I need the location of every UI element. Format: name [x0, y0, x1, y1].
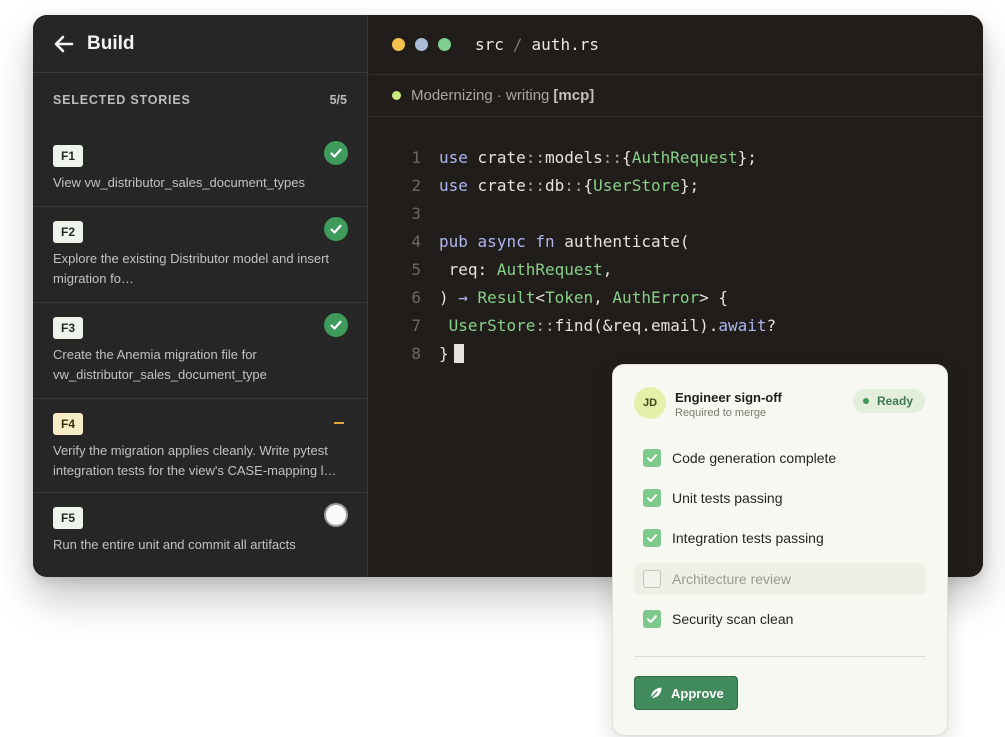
code-area[interactable]: 1 use crate::models::{AuthRequest}; 2 us…: [369, 144, 983, 368]
status-badge: Ready: [852, 389, 925, 413]
story-description: View vw_distributor_sales_document_types: [53, 175, 305, 190]
signoff-card: JD Engineer sign-off Required to merge R…: [612, 364, 948, 736]
story-description: Explore the existing Distributor model a…: [53, 251, 330, 286]
story-item-f2[interactable]: F2 Explore the existing Distributor mode…: [33, 207, 368, 303]
code-line: 4 pub async fn authenticate(: [369, 228, 983, 256]
in-progress-dash-icon: [334, 422, 344, 424]
text-cursor: [453, 343, 464, 363]
signoff-subtitle: Required to merge: [675, 407, 767, 419]
stories-section-header: SELECTED STORIES 5/5: [33, 73, 367, 116]
checklist-item-integration-tests[interactable]: Integration tests passing: [634, 522, 926, 554]
code-text: pub async fn authenticate(: [439, 232, 690, 251]
status-text: Modernizing · writing [mcp]: [411, 87, 594, 104]
window-dot-green[interactable]: [438, 38, 451, 51]
story-description: Verify the migration applies cleanly. Wr…: [53, 443, 337, 478]
story-item-f4[interactable]: F4 Verify the migration applies cleanly.…: [33, 399, 368, 493]
card-divider: [634, 656, 926, 657]
avatar: JD: [634, 387, 666, 419]
checkbox-checked-icon[interactable]: [643, 529, 661, 547]
line-number: 3: [411, 204, 421, 223]
code-text: use crate::models::{AuthRequest};: [439, 148, 757, 167]
checklist-item-security-scan[interactable]: Security scan clean: [634, 603, 926, 635]
line-number: 4: [411, 232, 421, 251]
status-message: Modernizing · writing: [411, 87, 550, 104]
sidebar: Build SELECTED STORIES 5/5 F1 View vw_di…: [33, 15, 368, 577]
checkbox-checked-icon[interactable]: [643, 610, 661, 628]
story-item-f5[interactable]: F5 Run the entire unit and commit all ar…: [33, 493, 368, 577]
checklist-item-unit-tests[interactable]: Unit tests passing: [634, 482, 926, 514]
checkbox-checked-icon[interactable]: [643, 489, 661, 507]
line-number: 1: [411, 148, 421, 167]
editor-titlebar: src / auth.rs: [369, 15, 983, 75]
sidebar-title: Build: [87, 32, 135, 54]
code-line: 1 use crate::models::{AuthRequest};: [369, 144, 983, 172]
approve-button[interactable]: Approve: [634, 676, 738, 710]
section-label: SELECTED STORIES: [53, 93, 191, 107]
line-number: 6: [411, 288, 421, 307]
code-line: 5 req: AuthRequest,: [369, 256, 983, 284]
story-badge: F2: [53, 221, 84, 243]
story-description: Create the Anemia migration file for vw_…: [53, 347, 267, 382]
check-circle-icon: [324, 313, 348, 337]
story-badge: F5: [53, 507, 84, 529]
story-badge: F3: [53, 317, 84, 339]
status-dot: [392, 91, 401, 100]
checkbox-checked-icon[interactable]: [643, 449, 661, 467]
checklist-item-architecture-review[interactable]: Architecture review: [634, 563, 926, 595]
checklist-label: Integration tests passing: [672, 530, 824, 546]
line-number: 8: [411, 344, 421, 363]
line-number: 7: [411, 316, 421, 335]
section-count: 5/5: [329, 93, 347, 107]
code-text: use crate::db::{UserStore};: [439, 176, 700, 195]
line-number: 2: [411, 176, 421, 195]
code-line: 3: [369, 200, 983, 228]
sidebar-header: Build: [33, 15, 367, 73]
empty-circle-icon: [324, 503, 348, 527]
editor-status-bar: Modernizing · writing [mcp]: [369, 75, 983, 117]
code-line: 6 ) → Result<Token, AuthError> {: [369, 284, 983, 312]
ready-dot-icon: [862, 398, 869, 404]
path-separator: /: [512, 35, 523, 54]
checklist-label: Code generation complete: [672, 450, 837, 466]
code-text: req: AuthRequest,: [448, 260, 613, 279]
code-line: 2 use crate::db::{UserStore};: [369, 172, 983, 200]
checklist-item-code-generation[interactable]: Code generation complete: [634, 442, 926, 474]
checklist-label: Security scan clean: [672, 611, 794, 627]
story-description: Run the entire unit and commit all artif…: [53, 537, 296, 552]
status-tag: [mcp]: [553, 87, 595, 104]
checklist-label: Unit tests passing: [672, 490, 783, 506]
window-dot-yellow[interactable]: [392, 38, 405, 51]
checklist-label: Architecture review: [672, 571, 792, 587]
code-line: 7 UserStore::find(&req.email).await?: [369, 312, 983, 340]
path-file[interactable]: auth.rs: [532, 35, 599, 54]
status-badge-label: Ready: [876, 394, 913, 408]
story-item-f3[interactable]: F3 Create the Anemia migration file for …: [33, 303, 368, 399]
check-circle-icon: [324, 141, 348, 165]
window-dot-blue[interactable]: [415, 38, 428, 51]
check-circle-icon: [324, 217, 348, 241]
checkbox-unchecked-icon[interactable]: [643, 570, 661, 588]
story-badge: F4: [53, 413, 84, 435]
arrow-left-icon[interactable]: [53, 33, 75, 55]
approve-button-label: Approve: [671, 685, 724, 701]
file-path: src / auth.rs: [475, 35, 599, 54]
code-text: UserStore::find(&req.email).await?: [448, 316, 777, 335]
code-text: ) → Result<Token, AuthError> {: [439, 288, 729, 307]
code-text: }: [439, 340, 464, 368]
line-number: 5: [411, 260, 421, 279]
story-item-f1[interactable]: F1 View vw_distributor_sales_document_ty…: [33, 131, 368, 207]
story-badge: F1: [53, 145, 84, 167]
signoff-title: Engineer sign-off: [675, 390, 782, 405]
leaf-icon: [650, 687, 662, 699]
path-dir: src: [475, 35, 504, 54]
